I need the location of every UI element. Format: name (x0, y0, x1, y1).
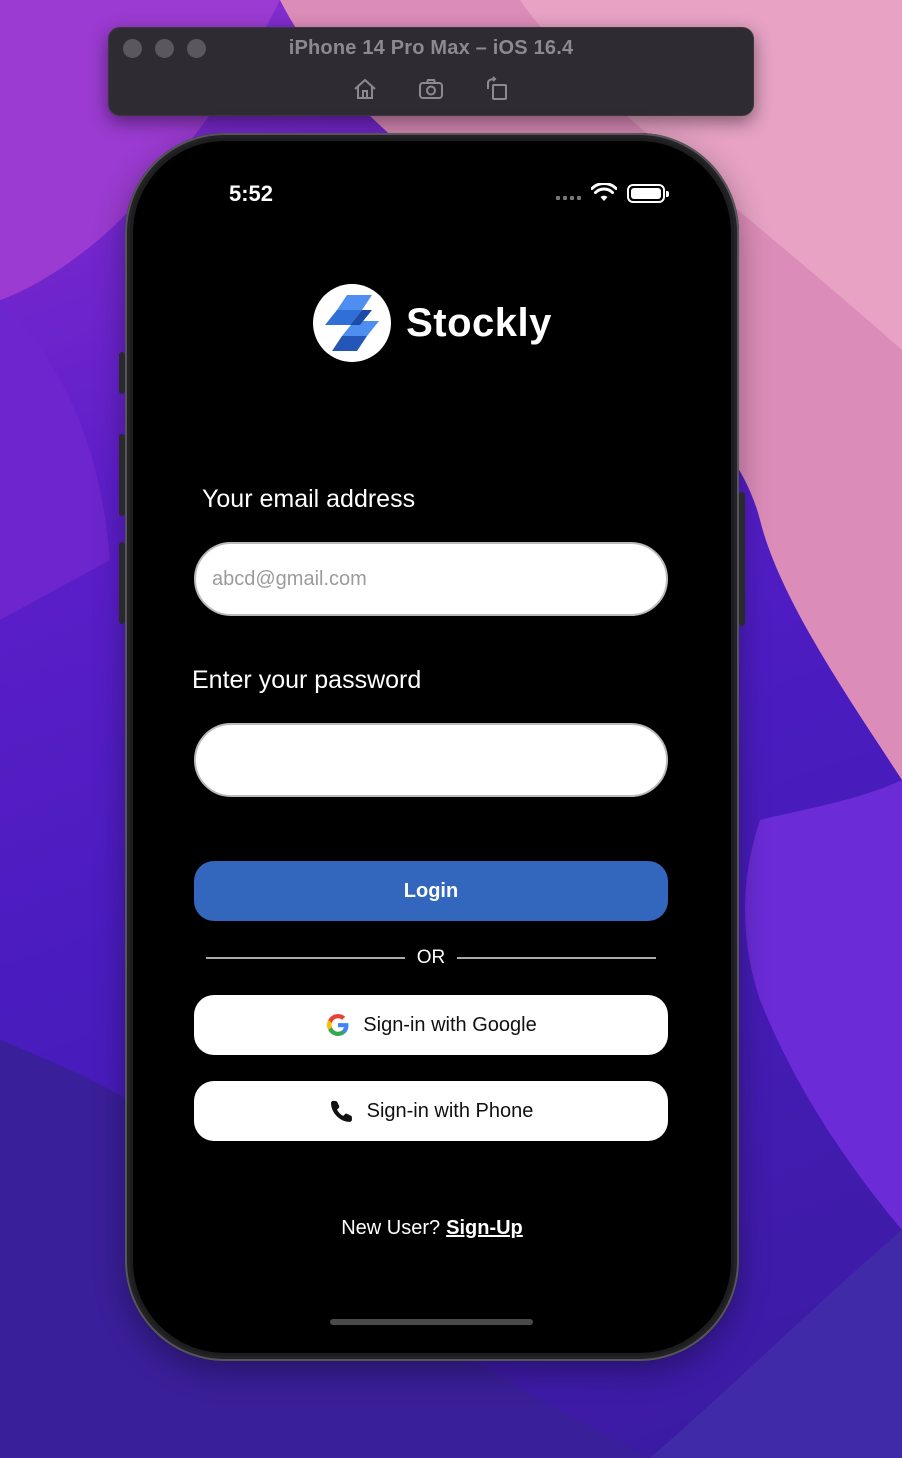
simulator-toolbar (108, 75, 754, 103)
email-label: Your email address (202, 485, 416, 513)
or-divider: OR (206, 947, 656, 969)
simulator-title-bar: iPhone 14 Pro Max – iOS 16.4 (108, 27, 754, 116)
home-icon[interactable] (351, 75, 379, 103)
simulator-title: iPhone 14 Pro Max – iOS 16.4 (288, 37, 574, 59)
wifi-icon (591, 183, 617, 201)
new-user-text: New User? (341, 1217, 441, 1239)
phone-signin-button[interactable]: Sign-in with Phone (194, 1081, 668, 1141)
email-input[interactable] (194, 542, 668, 616)
signup-prompt: New User? Sign-Up (133, 1217, 731, 1240)
phone-signin-label: Sign-in with Phone (366, 1099, 534, 1122)
google-signin-label: Sign-in with Google (363, 1013, 537, 1036)
phone-icon (330, 1100, 352, 1122)
battery-icon (627, 183, 669, 203)
volume-up-button (119, 434, 125, 516)
power-button (739, 492, 745, 626)
app-name: Stockly (406, 300, 552, 345)
screenshot-icon[interactable] (417, 75, 445, 103)
cellular-signal-icon (556, 184, 581, 202)
volume-down-button (119, 542, 125, 624)
status-time: 5:52 (229, 181, 274, 206)
signup-link[interactable]: Sign-Up (446, 1217, 523, 1239)
or-text: OR (416, 947, 446, 968)
status-indicators (556, 183, 669, 203)
password-input[interactable] (194, 723, 668, 797)
action-button (119, 352, 125, 394)
login-button[interactable]: Login (194, 861, 668, 921)
google-signin-button[interactable]: Sign-in with Google (194, 995, 668, 1055)
phone-screen: 5:52 Stockly Your email address Enter yo… (133, 141, 731, 1353)
rotate-icon[interactable] (483, 75, 511, 103)
google-icon (327, 1014, 349, 1036)
home-indicator (330, 1319, 533, 1325)
brand-header: Stockly (133, 283, 731, 363)
divider-line-left (206, 957, 405, 959)
stockly-logo-icon (313, 284, 392, 362)
password-label: Enter your password (192, 666, 422, 694)
divider-line-right (457, 957, 656, 959)
